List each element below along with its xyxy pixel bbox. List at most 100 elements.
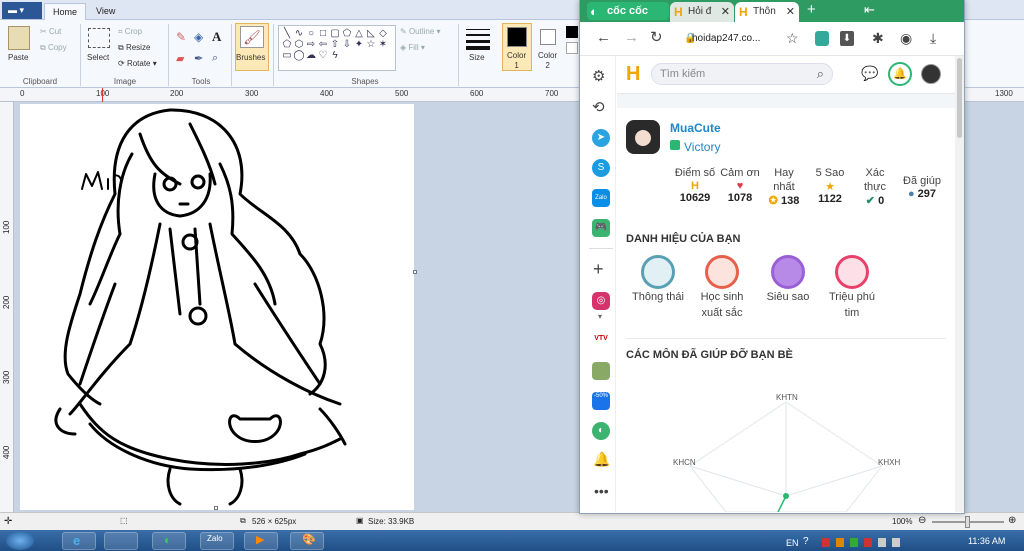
user-avatar[interactable] (921, 64, 941, 84)
help-icon[interactable]: ? (803, 536, 809, 547)
coccoc-app-icon[interactable]: ◐ (592, 422, 610, 440)
promo-sale-icon[interactable]: -50% (592, 392, 610, 410)
profile-name[interactable]: MuaCute (670, 121, 721, 135)
reload-icon[interactable]: ↻ (650, 28, 663, 48)
fill-icon[interactable]: ◈ (194, 30, 203, 44)
vtv-icon[interactable]: VTV (592, 330, 610, 348)
title-badge[interactable]: Triệu phú tim (820, 255, 884, 321)
tab-home[interactable]: Home (44, 3, 87, 20)
zoom-out-button[interactable]: ⊖ (918, 515, 926, 526)
pencil-icon[interactable]: ✎ (176, 30, 186, 44)
eraser-icon[interactable]: ▰ (176, 52, 184, 65)
arrow-down-shape-icon[interactable]: ⇩ (341, 39, 353, 50)
back-icon[interactable]: ← (596, 28, 611, 48)
select-button[interactable]: Select (87, 53, 109, 62)
tray-icon[interactable] (850, 538, 858, 547)
notifications-bell-icon[interactable]: 🔔 (593, 451, 610, 468)
history-icon[interactable]: ⟲ (592, 98, 605, 116)
volume-icon[interactable] (878, 538, 886, 547)
cut-button[interactable]: ✂ Cut (40, 27, 61, 36)
forward-icon[interactable]: → (624, 28, 639, 48)
cloud-callout-shape-icon[interactable]: ☁ (305, 50, 317, 61)
close-tab-icon[interactable]: ✕ (721, 2, 730, 22)
paste-button[interactable]: Paste (8, 53, 28, 62)
pentagon-shape-icon[interactable]: ⬠ (281, 39, 293, 50)
triangle-shape-icon[interactable]: △ (353, 28, 365, 39)
palette-white-swatch[interactable] (566, 42, 578, 54)
magnifier-icon[interactable]: ⌕ (212, 52, 218, 65)
star5-shape-icon[interactable]: ☆ (365, 39, 377, 50)
hoidap-logo-icon[interactable]: H (626, 63, 640, 86)
polygon-shape-icon[interactable]: ⬠ (341, 28, 353, 39)
resize-button[interactable]: ⧉ Resize (118, 43, 150, 53)
zoom-slider-thumb[interactable] (965, 516, 970, 528)
hexagon-shape-icon[interactable]: ⬡ (293, 39, 305, 50)
more-options-icon[interactable]: ••• (594, 483, 609, 499)
tray-icon[interactable] (836, 538, 844, 547)
diamond-shape-icon[interactable]: ◇ (377, 28, 389, 39)
canvas-resize-handle[interactable] (413, 270, 417, 274)
extensions-puzzle-icon[interactable]: ✱ (872, 28, 884, 48)
drawing-canvas[interactable] (20, 104, 414, 510)
select-icon[interactable] (88, 28, 110, 48)
skype-icon[interactable]: S (592, 159, 610, 177)
instagram-icon[interactable]: ◎ (592, 292, 610, 310)
page-scrollbar-thumb[interactable] (957, 58, 962, 138)
color2-swatch[interactable] (540, 29, 556, 45)
rectangle-shape-icon[interactable]: □ (317, 28, 329, 39)
language-indicator[interactable]: EN (786, 538, 799, 548)
title-badge[interactable]: Siêu sao (758, 255, 818, 305)
zoom-in-button[interactable]: ⊕ (1008, 515, 1016, 526)
paste-icon[interactable] (8, 26, 30, 50)
lightning-shape-icon[interactable]: ϟ (329, 50, 341, 61)
start-button[interactable] (6, 531, 34, 550)
close-tab-icon[interactable]: ✕ (786, 2, 795, 22)
arrow-up-shape-icon[interactable]: ⇧ (329, 39, 341, 50)
game-app-icon[interactable] (592, 362, 610, 380)
browser-tab-active[interactable]: H Thôn ✕ (735, 2, 799, 22)
url-field[interactable]: hoidap247.co... (676, 29, 778, 49)
callout-shape-icon[interactable]: ▭ (281, 50, 293, 61)
crop-button[interactable]: ⌗ Crop (118, 27, 142, 37)
color-picker-icon[interactable]: ✒ (194, 52, 203, 65)
fill-dropdown[interactable]: ◈ Fill ▾ (400, 43, 425, 52)
arrow-left-shape-icon[interactable]: ⇦ (317, 39, 329, 50)
search-box[interactable]: Tìm kiếm ⌕ (651, 63, 833, 85)
heart-shape-icon[interactable]: ♡ (317, 50, 329, 61)
right-triangle-shape-icon[interactable]: ◺ (365, 28, 377, 39)
game-controller-icon[interactable]: 🎮 (592, 219, 610, 237)
search-icon[interactable]: ⌕ (817, 66, 824, 82)
profile-icon[interactable]: ◉ (900, 28, 912, 48)
title-badge[interactable]: Học sinh xuất sắc (692, 255, 752, 321)
new-tab-button[interactable]: + (807, 1, 816, 18)
outline-dropdown[interactable]: ✎ Outline ▾ (400, 27, 441, 36)
notification-bell-icon[interactable]: 🔔 (888, 62, 912, 86)
bookmark-star-icon[interactable]: ☆ (786, 28, 799, 48)
oval-shape-icon[interactable]: ○ (305, 28, 317, 39)
zalo-icon[interactable]: Zalo (592, 189, 610, 207)
chat-icon[interactable]: 💬 (861, 65, 878, 82)
palette-black-swatch[interactable] (566, 26, 578, 38)
canvas-resize-handle[interactable] (214, 506, 218, 510)
explorer-taskbar-icon[interactable] (104, 532, 138, 550)
paint-taskbar-icon[interactable]: 🎨 (290, 532, 324, 550)
browser-tab[interactable]: H Hỏi đ ✕ (670, 2, 734, 22)
size-button[interactable]: Size (469, 53, 485, 62)
telegram-icon[interactable]: ➤ (592, 129, 610, 147)
copy-button[interactable]: ⧉ Copy (40, 43, 67, 53)
tray-icon[interactable] (864, 538, 872, 547)
star6-shape-icon[interactable]: ✶ (377, 39, 389, 50)
arrow-right-shape-icon[interactable]: ⇨ (305, 39, 317, 50)
file-menu-button[interactable]: ▬ ▾ (2, 2, 42, 19)
add-sidebar-item-icon[interactable]: + (593, 259, 604, 280)
network-icon[interactable] (892, 538, 900, 547)
curve-shape-icon[interactable]: ∿ (293, 28, 305, 39)
oval-callout-shape-icon[interactable]: ◯ (293, 50, 305, 61)
star4-shape-icon[interactable]: ✦ (353, 39, 365, 50)
media-taskbar-icon[interactable]: ▶ (244, 532, 278, 550)
downloads-icon[interactable]: ⤓ (930, 28, 936, 48)
restore-window-icon[interactable]: ⇤ (864, 2, 875, 18)
profile-avatar[interactable] (626, 120, 660, 154)
size-icon[interactable] (466, 26, 490, 50)
rounded-rectangle-shape-icon[interactable]: ▢ (329, 28, 341, 39)
